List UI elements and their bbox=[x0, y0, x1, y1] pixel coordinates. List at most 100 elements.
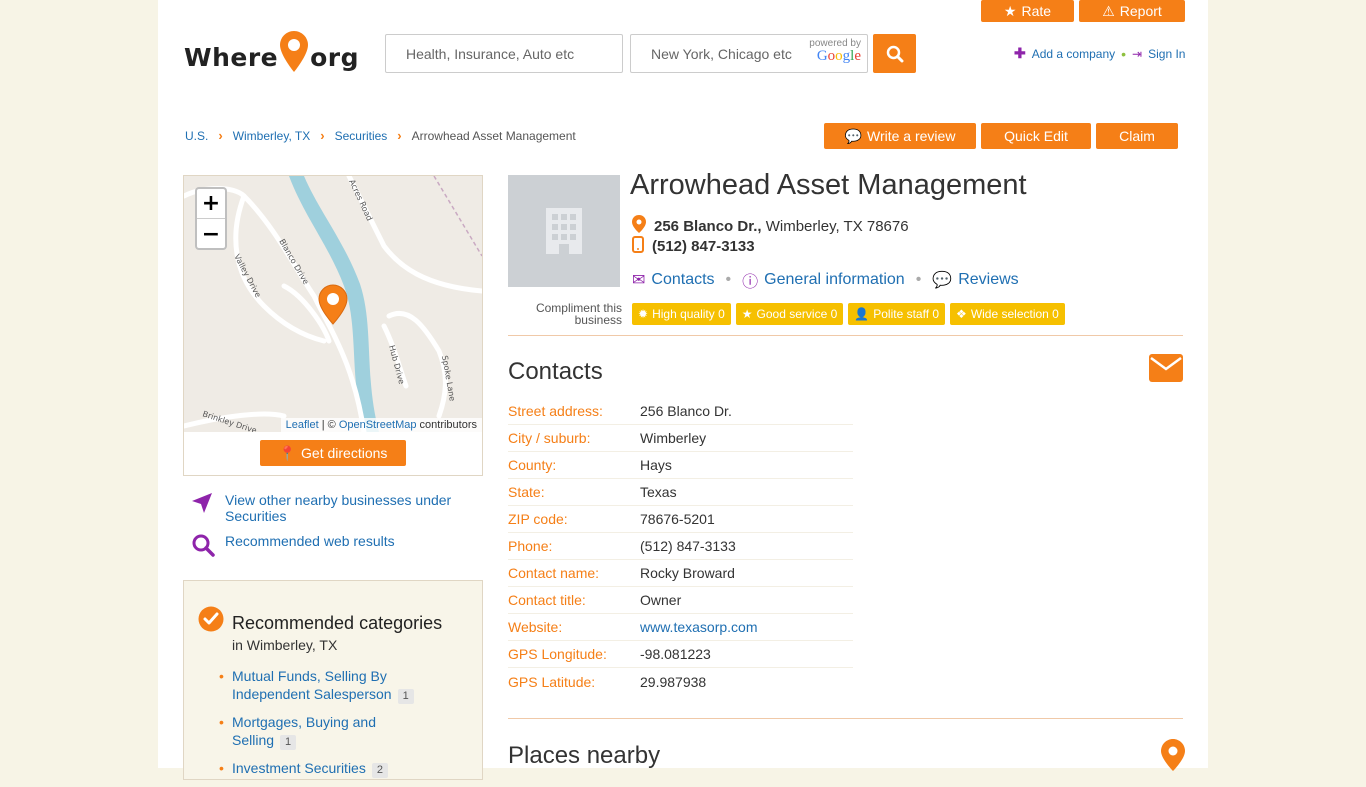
check-circle-icon bbox=[198, 606, 224, 635]
chevron-right-icon: › bbox=[218, 128, 223, 143]
envelope-icon: ✉ bbox=[632, 272, 646, 289]
web-results-row: Recommended web results bbox=[191, 533, 481, 560]
rate-button[interactable]: ★ Rate bbox=[981, 0, 1074, 22]
business-section-nav: ✉ Contacts • ⓘ General information • 💬 R… bbox=[632, 268, 1019, 292]
nav-reviews-link[interactable]: Reviews bbox=[958, 271, 1018, 289]
nearby-businesses-link[interactable]: View other nearby businesses under Secur… bbox=[225, 492, 481, 524]
contact-key: State: bbox=[508, 484, 545, 500]
report-button[interactable]: ⚠ Report bbox=[1079, 0, 1185, 22]
sign-in-icon: ⇥ bbox=[1132, 46, 1143, 61]
business-title: Arrowhead Asset Management bbox=[630, 169, 1027, 201]
map-marker-icon bbox=[1161, 739, 1185, 774]
business-address: 256 Blanco Dr., Wimberley, TX 78676 bbox=[632, 215, 909, 237]
search-input[interactable] bbox=[406, 45, 602, 62]
contacts-heading: Contacts bbox=[508, 358, 603, 385]
contact-row: GPS Longitude: -98.081223 bbox=[508, 641, 853, 668]
google-attribution: powered by Google bbox=[809, 39, 861, 64]
contact-value: 29.987938 bbox=[640, 673, 707, 690]
contact-value: -98.081223 bbox=[640, 646, 711, 662]
nearby-link-row: View other nearby businesses under Secur… bbox=[191, 492, 481, 524]
star-icon: ★ bbox=[741, 307, 753, 321]
recommended-subtitle: in Wimberley, TX bbox=[232, 637, 338, 653]
chevron-right-icon: › bbox=[320, 128, 325, 143]
breadcrumb-city[interactable]: Wimberley, TX bbox=[233, 129, 311, 143]
attribution-separator: | © bbox=[318, 419, 339, 431]
map-canvas[interactable]: Blanco Drive Valley Drive Acres Road Hub… bbox=[184, 176, 482, 432]
contact-key: Phone: bbox=[508, 538, 553, 554]
breadcrumb-category[interactable]: Securities bbox=[335, 129, 388, 143]
separator-dot: • bbox=[915, 271, 922, 288]
compliment-wide-selection[interactable]: ❖ Wide selection 0 bbox=[950, 303, 1065, 325]
map-marker-icon bbox=[632, 215, 646, 237]
compliment-good-service[interactable]: ★ Good service 0 bbox=[735, 303, 844, 325]
contact-row: State: Texas bbox=[508, 479, 853, 506]
recommended-web-results-link[interactable]: Recommended web results bbox=[225, 533, 395, 549]
sign-in-link[interactable]: Sign In bbox=[1148, 47, 1185, 61]
compliment-label: Wide selection 0 bbox=[970, 307, 1059, 321]
map-widget: Blanco Drive Valley Drive Acres Road Hub… bbox=[183, 175, 483, 476]
plus-icon: ✚ bbox=[1014, 45, 1026, 61]
category-link[interactable]: Investment Securities bbox=[232, 760, 366, 776]
separator-dot: • bbox=[725, 271, 732, 288]
category-link[interactable]: Mutual Funds, Selling By Independent Sal… bbox=[232, 668, 392, 702]
location-box: powered by Google bbox=[630, 34, 868, 73]
category-item: Investment Securities 2 bbox=[219, 759, 439, 778]
get-directions-button[interactable]: 📍 Get directions bbox=[260, 440, 406, 466]
nav-contacts-link[interactable]: Contacts bbox=[651, 271, 714, 289]
breadcrumb-current: Arrowhead Asset Management bbox=[411, 128, 576, 143]
search-box bbox=[385, 34, 623, 73]
top-links: ✚ Add a company • ⇥ Sign In bbox=[1014, 45, 1185, 62]
page: Where org powered by Google ★Rate ⚠Repor… bbox=[158, 0, 1208, 780]
website-link[interactable]: www.texasorp.com bbox=[640, 619, 757, 635]
warning-icon: ⚠ bbox=[1102, 2, 1115, 19]
compliment-label: High quality 0 bbox=[652, 307, 725, 321]
get-directions-label: Get directions bbox=[301, 445, 388, 461]
map-attribution: Leaflet | © OpenStreetMap contributors bbox=[280, 418, 482, 432]
claim-button[interactable]: Claim bbox=[1096, 123, 1178, 149]
mobile-phone-icon bbox=[632, 236, 644, 257]
add-company-link[interactable]: Add a company bbox=[1032, 47, 1115, 61]
compliment-polite-staff[interactable]: 👤 Polite staff 0 bbox=[848, 303, 946, 325]
category-count: 2 bbox=[371, 763, 388, 778]
zoom-in-button[interactable]: + bbox=[197, 189, 225, 219]
contact-key: Street address: bbox=[508, 403, 603, 419]
street-address: 256 Blanco Dr., bbox=[654, 217, 762, 235]
chevron-right-icon: › bbox=[397, 128, 402, 143]
contact-row: Contact title: Owner bbox=[508, 587, 853, 614]
report-label: Report bbox=[1119, 3, 1162, 19]
city-line: Wimberley, TX 78676 bbox=[765, 217, 909, 235]
category-link[interactable]: Mortgages, Buying and Selling bbox=[232, 714, 376, 748]
nav-general-info-link[interactable]: General information bbox=[764, 271, 905, 289]
contact-row: City / suburb: Wimberley bbox=[508, 425, 853, 452]
category-item: Mortgages, Buying and Selling1 bbox=[219, 713, 389, 750]
contact-value: Hays bbox=[640, 457, 672, 473]
osm-link[interactable]: OpenStreetMap bbox=[339, 419, 417, 431]
comments-icon: 💬 bbox=[932, 272, 953, 289]
logo-pin-icon bbox=[279, 30, 309, 74]
contact-row: ZIP code: 78676-5201 bbox=[508, 506, 853, 533]
breadcrumb-us[interactable]: U.S. bbox=[185, 129, 208, 143]
divider bbox=[508, 718, 1183, 719]
write-review-button[interactable]: 💬 Write a review bbox=[824, 123, 976, 149]
site-logo[interactable]: Where org bbox=[184, 26, 366, 72]
compliment-label: Compliment this business bbox=[535, 301, 622, 327]
contact-key: Contact name: bbox=[508, 565, 600, 581]
search-icon bbox=[886, 45, 903, 62]
quick-edit-button[interactable]: Quick Edit bbox=[981, 123, 1091, 149]
category-item: Mutual Funds, Selling By Independent Sal… bbox=[219, 667, 439, 704]
info-icon: ⓘ bbox=[742, 274, 759, 291]
search-button[interactable] bbox=[873, 34, 916, 73]
map-road-label: Acres Road bbox=[347, 178, 374, 222]
contact-key: ZIP code: bbox=[508, 511, 568, 527]
leaflet-link[interactable]: Leaflet bbox=[286, 419, 319, 431]
zoom-out-button[interactable]: − bbox=[197, 219, 225, 249]
phone-number[interactable]: (512) 847-3133 bbox=[652, 238, 755, 255]
map-zoom-control: + − bbox=[195, 187, 227, 250]
claim-label: Claim bbox=[1119, 128, 1155, 144]
separator-dot: • bbox=[1121, 45, 1127, 62]
compliment-high-quality[interactable]: ✹ High quality 0 bbox=[632, 303, 731, 325]
cubes-icon: ❖ bbox=[956, 307, 967, 321]
map-road-label: Blanco Drive bbox=[277, 238, 310, 287]
quick-edit-label: Quick Edit bbox=[1004, 128, 1068, 144]
location-input[interactable] bbox=[651, 45, 801, 62]
